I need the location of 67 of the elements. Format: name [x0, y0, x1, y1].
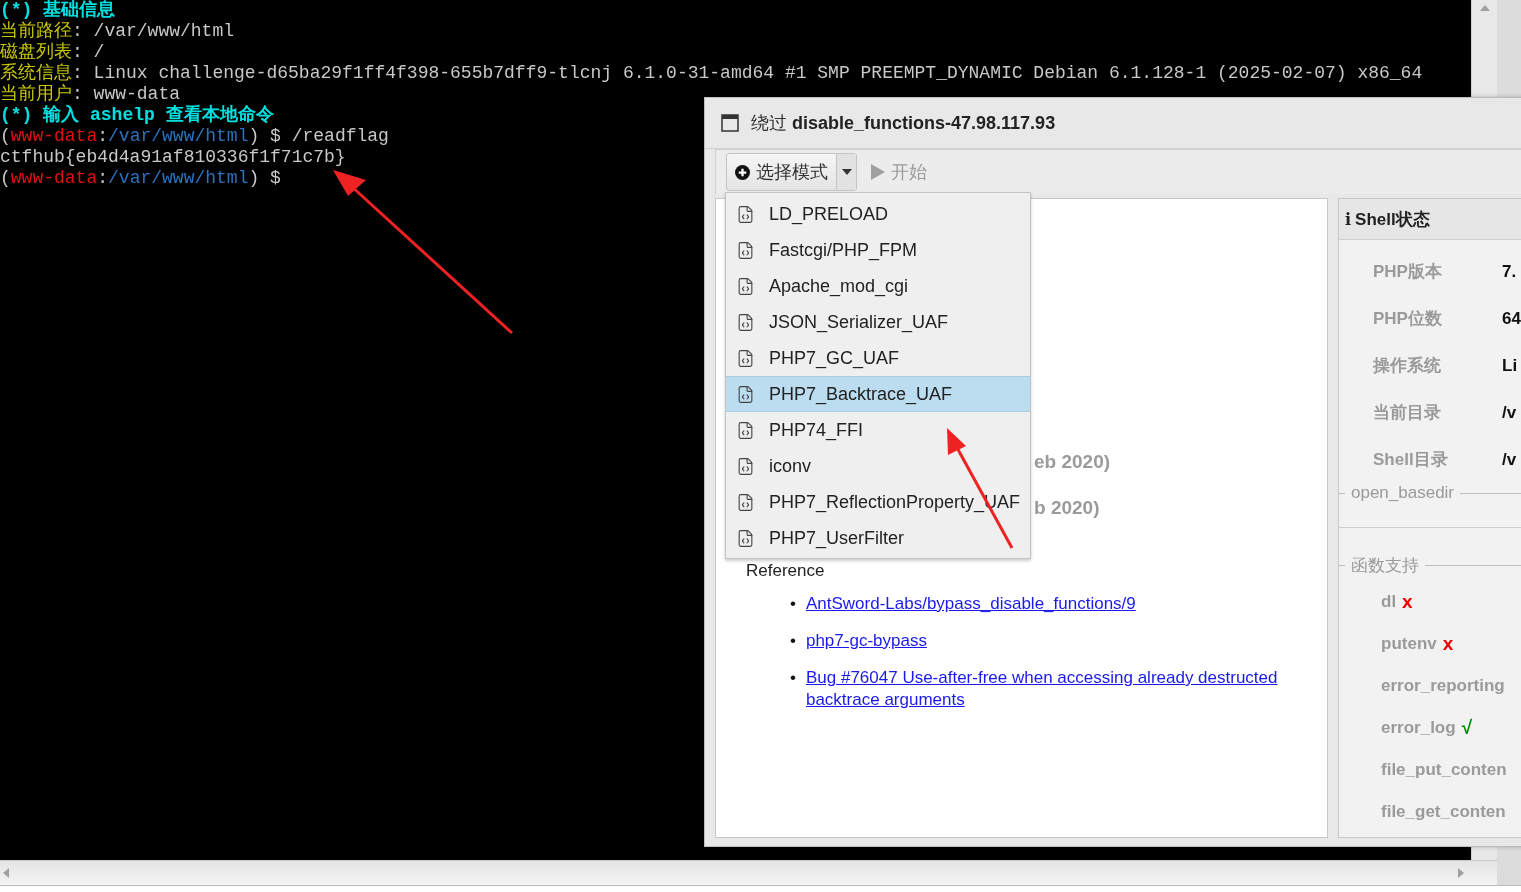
- function-status: file_get_conten: [1381, 801, 1507, 823]
- horizontal-scrollbar[interactable]: [0, 860, 1497, 885]
- terminal-line: 当前路径: /var/www/html: [0, 21, 235, 42]
- file-code-icon: [736, 204, 755, 224]
- terminal-line: (www-data:/var/www/html) $: [0, 168, 281, 189]
- file-code-icon: [736, 492, 755, 512]
- window-icon: [721, 114, 739, 132]
- bullet: •: [790, 630, 796, 652]
- file-code-icon: [736, 456, 755, 476]
- terminal-line: 磁盘列表: /: [0, 42, 105, 63]
- plus-circle-icon: [735, 164, 750, 180]
- info-label: 当前目录: [1373, 402, 1442, 424]
- function-status: error_reporting: [1381, 675, 1506, 697]
- terminal-line: 当前用户: www-data: [0, 84, 181, 104]
- info-label: PHP版本: [1373, 261, 1443, 283]
- terminal-line: (*) 基础信息: [0, 0, 116, 21]
- reference-heading: Reference: [746, 561, 825, 580]
- menu-item[interactable]: iconv: [726, 448, 1030, 484]
- scroll-left-icon[interactable]: [2, 867, 10, 879]
- terminal-line: ctfhub{eb4d4a91af810336f1f71c7b}: [0, 147, 346, 168]
- menu-item[interactable]: PHP74_FFI: [726, 412, 1030, 448]
- function-status: error_log √: [1381, 716, 1474, 740]
- info-label: PHP位数: [1373, 308, 1443, 330]
- info-value: Li: [1502, 355, 1519, 376]
- dropdown-button[interactable]: [836, 154, 856, 190]
- scroll-up-icon[interactable]: [1478, 4, 1491, 12]
- reference-link[interactable]: php7-gc-bypass: [805, 630, 1311, 652]
- function-status: dl x: [1381, 590, 1414, 614]
- file-code-icon: [736, 384, 755, 404]
- info-value: 64: [1502, 308, 1521, 329]
- fieldset-legend: open_basedir: [1345, 483, 1461, 503]
- terminal-line: 系统信息: Linux challenge-d65ba29f1ff4f398-655b7dff9-tlcnj 6.1.0-31-amd64 #1 SMP PREEMPT_DYNAMIC Debian 6.1.128-1 (2025-02-07) x86_64: [0, 63, 1423, 84]
- file-code-icon: [736, 528, 755, 548]
- info-label: Shell目录: [1373, 449, 1449, 471]
- function-status: file_put_conten: [1381, 759, 1508, 781]
- info-icon: i: [1345, 209, 1352, 229]
- menu-item[interactable]: LD_PRELOAD: [726, 196, 1030, 232]
- fieldset-legend: 函数支持: [1345, 554, 1425, 577]
- menu-item[interactable]: PHP7_UserFilter: [726, 520, 1030, 556]
- scroll-right-icon[interactable]: [1457, 867, 1465, 879]
- reference-link[interactable]: Bug #76047 Use-after-free when accessing already destructed backtrace arguments: [805, 667, 1311, 711]
- reference-link[interactable]: AntSword-Labs/bypass_disable_functions/9: [805, 593, 1311, 615]
- bullet: •: [790, 593, 796, 615]
- bullet: •: [790, 667, 796, 689]
- file-code-icon: [736, 276, 755, 296]
- partial-text: b 2020): [1034, 497, 1100, 519]
- menu-item[interactable]: JSON_Serializer_UAF: [726, 304, 1030, 340]
- window-title: 绕过 disable_functions-47.98.117.93: [751, 112, 1056, 135]
- caret-icon: [841, 169, 852, 175]
- file-code-icon: [736, 420, 755, 440]
- file-code-icon: [736, 312, 755, 332]
- terminal-line: (www-data:/var/www/html) $ /readflag: [0, 126, 389, 147]
- function-status: putenv x: [1381, 632, 1455, 656]
- play-icon: [871, 164, 885, 180]
- info-value: /v: [1502, 449, 1518, 470]
- info-value: 7.: [1502, 261, 1518, 282]
- menu-item[interactable]: PHP7_Backtrace_UAF: [726, 376, 1030, 412]
- file-code-icon: [736, 348, 755, 368]
- menu-item[interactable]: Apache_mod_cgi: [726, 268, 1030, 304]
- info-value: /v: [1502, 402, 1518, 423]
- menu-item[interactable]: PHP7_GC_UAF: [726, 340, 1030, 376]
- panel-title: Shell状态: [1355, 208, 1430, 231]
- info-label: 操作系统: [1373, 355, 1442, 377]
- file-code-icon: [736, 240, 755, 260]
- terminal-line: (*) 输入 ashelp 查看本地命令: [0, 105, 274, 126]
- menu-item[interactable]: Fastcgi/PHP_FPM: [726, 232, 1030, 268]
- partial-text: eb 2020): [1034, 451, 1111, 473]
